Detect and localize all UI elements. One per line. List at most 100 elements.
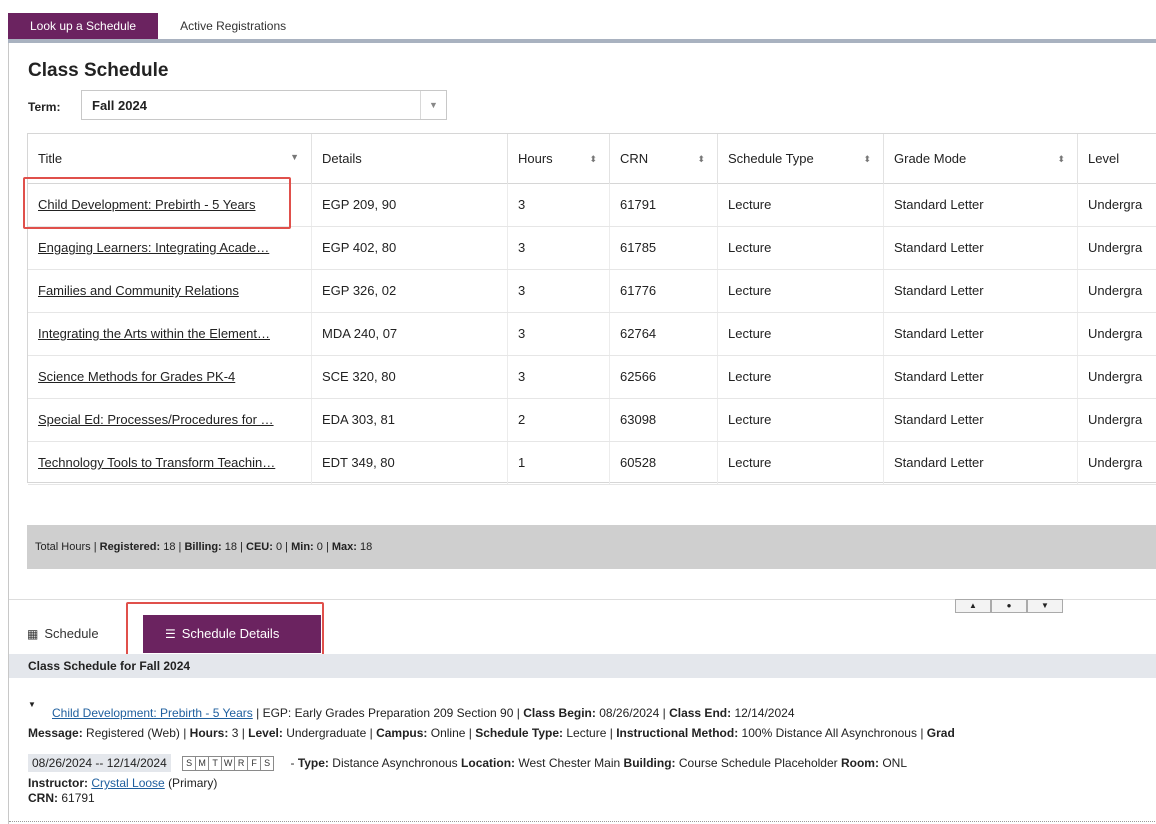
meeting-day: S: [260, 756, 275, 772]
cell-crn: 61785: [610, 227, 718, 269]
tab-schedule[interactable]: ▦ Schedule: [27, 615, 99, 653]
sort-icon[interactable]: ⬍: [589, 134, 597, 184]
location-value: West Chester Main: [518, 756, 621, 770]
cell-level: Undergra: [1088, 369, 1143, 384]
tab-label: Schedule: [44, 626, 99, 641]
cell-grade-mode: Standard Letter: [884, 270, 1078, 312]
column-label: Details: [322, 151, 362, 166]
class-end-label: Class End:: [669, 706, 732, 720]
date-range: 08/26/2024 -- 12/14/2024: [28, 754, 171, 772]
table-row[interactable]: Integrating the Arts within the Element……: [28, 313, 1156, 356]
meeting-day: R: [234, 756, 249, 772]
expand-down-icon[interactable]: ▼: [1027, 599, 1063, 613]
room-value: ONL: [882, 756, 907, 770]
top-tabs: Look up a Schedule Active Registrations: [8, 13, 308, 39]
column-label: Schedule Type: [728, 151, 814, 166]
cell-details: EGP 209, 90: [312, 184, 508, 226]
dropdown-caret-icon[interactable]: ▼: [420, 91, 446, 119]
sort-icon[interactable]: ⬍: [697, 134, 705, 184]
highlight-box: [23, 177, 291, 229]
course-title-link[interactable]: Families and Community Relations: [38, 283, 239, 298]
instructor-label: Instructor:: [28, 776, 88, 790]
hours-value: 3: [231, 726, 239, 740]
meeting-day: W: [221, 756, 236, 772]
schedule-type-label: Schedule Type:: [475, 726, 564, 740]
column-header-level[interactable]: Level: [1078, 134, 1156, 184]
column-label: Level: [1088, 151, 1120, 166]
max-value: 18: [360, 541, 373, 553]
table-row[interactable]: Science Methods for Grades PK-4 SCE 320, …: [28, 356, 1156, 399]
schedule-header: Class Schedule for Fall 2024: [9, 654, 1156, 678]
meeting-day: T: [208, 756, 223, 772]
course-title-link[interactable]: Technology Tools to Transform Teachin…: [38, 455, 275, 470]
column-header-crn[interactable]: CRN ⬍: [610, 134, 718, 184]
expand-up-icon[interactable]: ▲: [955, 599, 991, 613]
level-value: Undergraduate: [286, 726, 367, 740]
sort-icon[interactable]: ⬍: [863, 134, 871, 184]
tab-look-up-schedule[interactable]: Look up a Schedule: [8, 13, 159, 39]
cell-grade-mode: Standard Letter: [884, 184, 1078, 226]
course-title-link[interactable]: Special Ed: Processes/Procedures for …: [38, 412, 274, 427]
cell-details: EDA 303, 81: [312, 399, 508, 441]
cell-grade-mode: Standard Letter: [884, 227, 1078, 269]
column-header-grade-mode[interactable]: Grade Mode ⬍: [884, 134, 1078, 184]
term-select[interactable]: Fall 2024 ▼: [81, 90, 447, 120]
cell-level: Undergra: [1088, 197, 1143, 212]
method-label: Instructional Method:: [616, 726, 739, 740]
filter-icon[interactable]: ▼: [290, 132, 299, 182]
cell-details: MDA 240, 07: [312, 313, 508, 355]
cell-hours: 3: [508, 184, 610, 226]
sort-icon[interactable]: ⬍: [1057, 134, 1065, 184]
building-label: Building:: [623, 756, 676, 770]
page-title: Class Schedule: [28, 60, 169, 81]
center-split-icon[interactable]: ●: [991, 599, 1027, 613]
column-label: Hours: [518, 151, 553, 166]
method-value: 100% Distance All Asynchronous: [741, 726, 917, 740]
column-label: Grade Mode: [894, 151, 967, 166]
cell-hours: 3: [508, 356, 610, 398]
table-row[interactable]: Engaging Learners: Integrating Acade… EGP…: [28, 227, 1156, 270]
app-shell: Look up a Schedule Active Registrations …: [8, 0, 1156, 824]
course-title-link[interactable]: Science Methods for Grades PK-4: [38, 369, 235, 384]
max-label: Max:: [331, 541, 357, 553]
hours-label: Hours:: [189, 726, 229, 740]
cell-hours: 3: [508, 227, 610, 269]
class-end-value: 12/14/2024: [734, 706, 795, 720]
collapse-caret-icon[interactable]: ▼: [28, 700, 36, 709]
min-value: 0: [316, 541, 323, 553]
term-value: Fall 2024: [92, 98, 147, 113]
meeting-day: S: [182, 756, 197, 772]
ceu-label: CEU:: [246, 541, 273, 553]
course-title-link[interactable]: Engaging Learners: Integrating Acade…: [38, 240, 269, 255]
cell-title: Science Methods for Grades PK-4: [28, 356, 312, 398]
meeting-days: SMTWRFS: [182, 756, 275, 772]
table-row[interactable]: Families and Community Relations EGP 326,…: [28, 270, 1156, 313]
cell-schedule-type: Lecture: [718, 313, 884, 355]
level-label: Level:: [248, 726, 283, 740]
registered-value: 18: [163, 541, 176, 553]
column-header-hours[interactable]: Hours ⬍: [508, 134, 610, 184]
column-header-schedule-type[interactable]: Schedule Type ⬍: [718, 134, 884, 184]
cell-level: Undergra: [1088, 412, 1143, 427]
divider: [9, 821, 1156, 822]
column-header-details[interactable]: Details: [312, 134, 508, 184]
tab-active-registrations[interactable]: Active Registrations: [158, 13, 308, 39]
instructor-link[interactable]: Crystal Loose: [91, 776, 164, 790]
splitter-buttons: ▲ ● ▼: [955, 599, 1063, 613]
billing-label: Billing:: [184, 541, 222, 553]
table-row[interactable]: Technology Tools to Transform Teachin… ED…: [28, 442, 1156, 485]
subject-text: EGP: Early Grades Preparation 209 Sectio…: [262, 706, 514, 720]
cell-crn: 62764: [610, 313, 718, 355]
term-label: Term:: [28, 100, 61, 114]
cell-schedule-type: Lecture: [718, 356, 884, 398]
cell-schedule-type: Lecture: [718, 184, 884, 226]
cell-crn: 61791: [610, 184, 718, 226]
cell-crn: 60528: [610, 442, 718, 484]
course-title-link[interactable]: Integrating the Arts within the Element…: [38, 326, 270, 341]
meeting-day: M: [195, 756, 210, 772]
table-row[interactable]: Special Ed: Processes/Procedures for … ED…: [28, 399, 1156, 442]
cell-schedule-type: Lecture: [718, 270, 884, 312]
course-title-link[interactable]: Child Development: Prebirth - 5 Years: [52, 706, 253, 720]
highlight-box: [126, 602, 324, 658]
cell-crn: 61776: [610, 270, 718, 312]
